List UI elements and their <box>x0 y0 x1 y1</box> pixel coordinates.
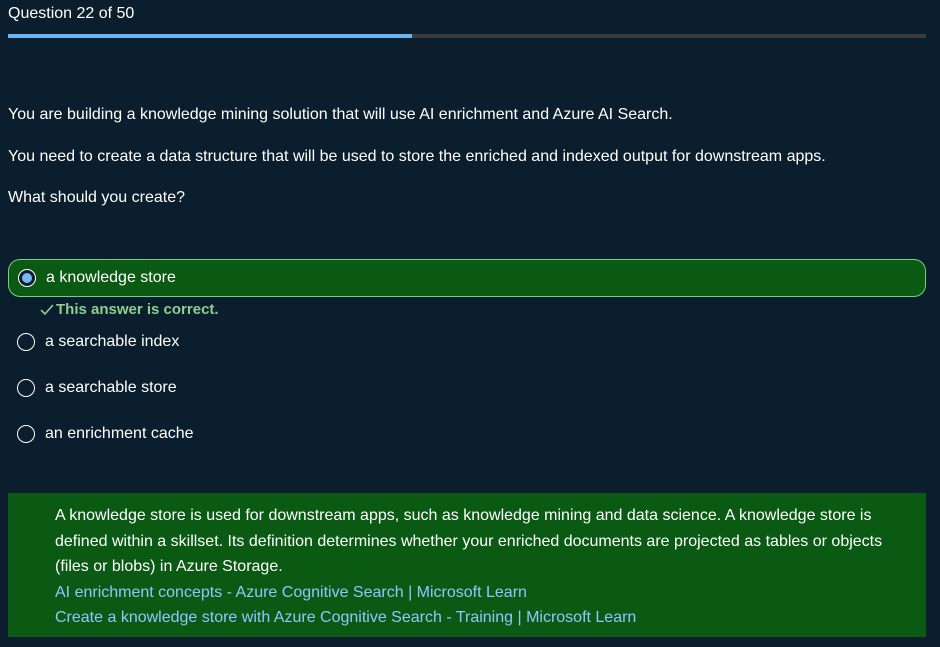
answer-option-searchable-store[interactable]: a searchable store <box>8 369 926 407</box>
radio-selected-dot <box>22 273 32 283</box>
answer-option-label: an enrichment cache <box>45 425 194 442</box>
radio-button[interactable] <box>17 425 35 443</box>
radio-button[interactable] <box>18 269 36 287</box>
answer-option-label: a knowledge store <box>46 269 176 286</box>
answer-option-knowledge-store[interactable]: a knowledge store <box>8 259 926 297</box>
question-text-line: You need to create a data structure that… <box>8 148 826 165</box>
answer-feedback: This answer is correct. <box>40 301 219 318</box>
radio-button[interactable] <box>17 333 35 351</box>
answer-option-label: a searchable store <box>45 379 177 396</box>
question-prompt: What should you create? <box>8 189 185 206</box>
explanation-text: A knowledge store is used for downstream… <box>55 507 883 575</box>
answer-option-label: a searchable index <box>45 333 180 350</box>
explanation-panel: A knowledge store is used for downstream… <box>8 493 926 637</box>
feedback-text: This answer is correct. <box>56 301 219 318</box>
radio-button[interactable] <box>17 379 35 397</box>
progress-bar <box>8 34 926 38</box>
checkmark-icon <box>40 304 54 315</box>
question-counter: Question 22 of 50 <box>8 5 135 22</box>
reference-link-ai-enrichment[interactable]: AI enrichment concepts - Azure Cognitive… <box>55 580 886 606</box>
progress-bar-fill <box>8 34 412 38</box>
reference-link-knowledge-store-training[interactable]: Create a knowledge store with Azure Cogn… <box>55 605 886 631</box>
answer-option-enrichment-cache[interactable]: an enrichment cache <box>8 415 926 453</box>
answer-option-searchable-index[interactable]: a searchable index <box>8 323 926 361</box>
question-text-line: You are building a knowledge mining solu… <box>8 106 673 123</box>
